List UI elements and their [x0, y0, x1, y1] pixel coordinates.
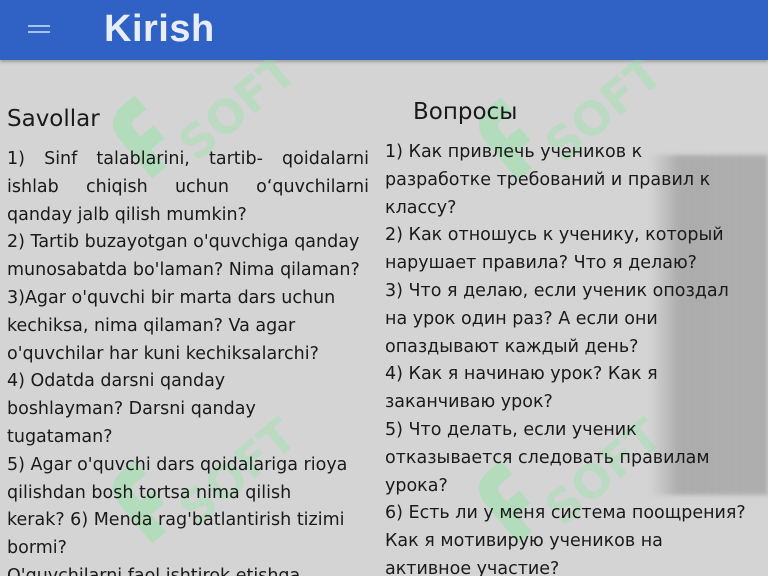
- question-line: boshlayman? Darsni qanday: [7, 399, 256, 420]
- question-line: 1) Как привлечь учеников к: [385, 142, 643, 162]
- question-line: bormi?: [7, 538, 67, 559]
- questions-uz-column: Savollar 1) Sinf talablarini, tartib- qo…: [7, 102, 369, 576]
- question-line: активное участие?: [385, 558, 560, 576]
- question-line: ishlab chiqish uchun o‘quvchilarni: [7, 176, 369, 197]
- question-line: 2) Tartib buzayotgan o'quvchiga qanday: [7, 232, 360, 253]
- question-line: на урок один раз? А если они: [385, 308, 658, 329]
- question-line: урока?: [385, 475, 448, 496]
- question-line: 1) Sinf talablarini, tartib- qoidalarni: [7, 149, 369, 169]
- question-line: 3)Agar o'quvchi bir marta dars uchun: [7, 287, 336, 308]
- question-line: 6) Есть ли у меня система поощрения?: [385, 503, 746, 524]
- question-line: kerak? 6) Menda rag'batlantirish tizimi: [7, 510, 345, 531]
- question-line: классу?: [385, 197, 457, 218]
- question-line: опаздывают каждый день?: [385, 336, 639, 357]
- question-line: 5) Agar o'quvchi dars qoidalariga rioya: [7, 454, 348, 475]
- menu-button[interactable]: [22, 18, 56, 42]
- questions-ru-heading: Вопросы: [413, 99, 518, 125]
- question-line: 2) Как отношусь к ученику, который: [385, 225, 724, 246]
- question-line: нарушает правила? Что я делаю?: [385, 253, 697, 274]
- question-line: 3) Что я делаю, если ученик опоздал: [385, 280, 729, 301]
- questions-uz-heading: Savollar: [7, 106, 100, 132]
- question-line: Как я мотивирую учеников на: [385, 531, 663, 552]
- hamburger-menu-icon-bar: [28, 31, 50, 33]
- questions-ru-column: Вопросы 1) Как привлечь учеников к разра…: [385, 95, 755, 576]
- question-line: отказывается следовать правилам: [385, 447, 710, 468]
- app-title: Kirish: [104, 8, 215, 50]
- question-line: qanday jalb qilish mumkin?: [7, 204, 247, 225]
- hamburger-menu-icon: [28, 25, 50, 27]
- question-line: 5) Что делать, если ученик: [385, 419, 637, 440]
- app-bar: Kirish: [0, 0, 768, 60]
- question-line: 4) Odatda darsni qanday: [7, 371, 226, 392]
- question-line: заканчиваю урок?: [385, 392, 553, 413]
- question-line: qilishdan bosh tortsa nima qilish: [7, 482, 292, 503]
- question-line: tugataman?: [7, 426, 113, 447]
- question-line: kechiksa, nima qilaman? Va agar: [7, 315, 296, 336]
- question-line: разработке требований и правил к: [385, 169, 711, 190]
- question-line: o'quvchilar har kuni kechiksalarchi?: [7, 343, 319, 364]
- question-line: 4) Как я начинаю урок? Как я: [385, 364, 658, 385]
- question-line: O'quvchilarni faol ishtirok etishga: [7, 565, 301, 576]
- question-line: munosabatda bo'laman? Nima qilaman?: [7, 260, 360, 281]
- content-area[interactable]: SOFT SOFT SOFT SOFT Savollar 1) Sinf tal…: [0, 60, 768, 576]
